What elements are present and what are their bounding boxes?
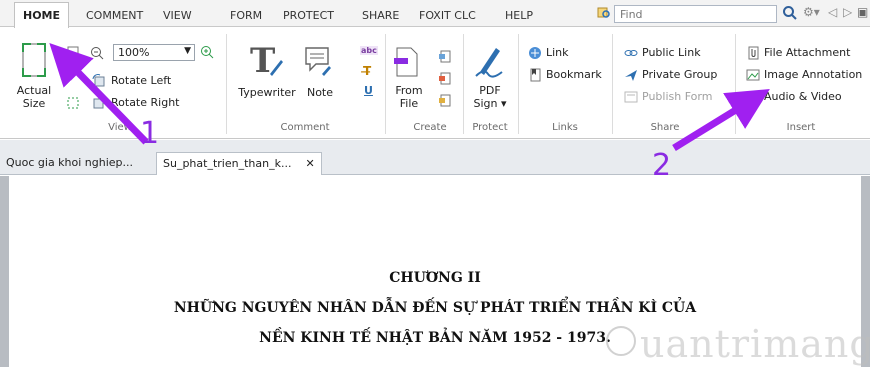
image-annotation-icon <box>746 69 760 81</box>
tab-home[interactable]: HOME <box>14 2 70 28</box>
tab-share[interactable]: SHARE <box>362 6 399 27</box>
rotate-left-icon <box>92 74 105 87</box>
strikeout-icon[interactable]: T̶ <box>363 64 371 78</box>
tab-help[interactable]: HELP <box>505 6 533 27</box>
image-annotation-button[interactable]: Image Annotation <box>764 68 862 81</box>
link-icon <box>529 47 541 59</box>
rotate-right-button[interactable]: Rotate Right <box>111 96 179 109</box>
private-group-button[interactable]: Private Group <box>642 68 717 81</box>
document-tab-label: Su_phat_trien_than_k... <box>163 157 292 170</box>
search-icon[interactable] <box>782 5 798 21</box>
create-group-label: Create <box>413 122 447 133</box>
group-divider <box>518 34 519 134</box>
share-group-label: Share <box>650 122 680 133</box>
create-scan-icon[interactable] <box>438 72 452 86</box>
from-file-label-1: From <box>395 84 423 97</box>
rotate-right-icon <box>93 96 106 109</box>
audio-video-icon <box>746 92 760 102</box>
rotate-left-button[interactable]: Rotate Left <box>111 74 171 87</box>
public-link-button[interactable]: Public Link <box>642 46 701 59</box>
zoom-value: 100% <box>118 46 150 59</box>
forward-icon[interactable]: ▷ <box>843 5 852 21</box>
window-icon[interactable]: ▣ <box>857 5 868 21</box>
file-attachment-button[interactable]: File Attachment <box>764 46 850 59</box>
pdf-sign-button[interactable]: PDF Sign ▾ <box>470 84 510 110</box>
document-tab-bar: Quoc gia khoi nghiep... Su_phat_trien_th… <box>0 140 870 175</box>
audio-video-button[interactable]: Audio & Video <box>764 90 842 103</box>
group-divider <box>226 34 227 134</box>
group-divider <box>735 34 736 134</box>
chapter-heading: CHƯƠNG II <box>389 270 481 286</box>
watermark-logo <box>606 326 636 356</box>
actual-size-button[interactable]: Actual Size <box>12 84 56 110</box>
from-file-label-2: File <box>399 97 419 110</box>
publish-form-icon <box>624 91 638 103</box>
insert-group-label: Insert <box>786 122 816 133</box>
underline-icon[interactable]: U <box>364 84 373 97</box>
protect-group-label: Protect <box>472 122 508 133</box>
zoom-select[interactable]: 100% ▼ <box>113 44 195 61</box>
pdf-sign-label-2: Sign ▾ <box>473 97 507 110</box>
pdf-sign-icon <box>475 48 503 78</box>
tab-protect[interactable]: PROTECT <box>283 6 334 27</box>
title-line-1: NHỮNG NGUYÊN NHÂN DẪN ĐẾN SỰ PHÁT TRIỂN … <box>173 300 697 316</box>
tab-foxit-cloud[interactable]: FOXIT CLC <box>419 6 476 27</box>
ribbon: Actual Size 100% ▼ Rotate Left Rotate Ri… <box>0 28 870 139</box>
group-divider <box>463 34 464 134</box>
create-blank-icon[interactable] <box>438 50 452 64</box>
annotation-number-1: 1 <box>140 116 160 151</box>
pdf-sign-label-1: PDF <box>479 84 501 97</box>
public-link-icon <box>624 50 638 56</box>
annotation-number-2: 2 <box>652 148 672 183</box>
from-file-button[interactable]: From File <box>394 84 424 110</box>
tab-view[interactable]: VIEW <box>163 6 192 27</box>
file-attachment-icon <box>748 46 759 60</box>
comment-group-label: Comment <box>280 122 330 133</box>
typewriter-button[interactable]: Typewriter <box>236 86 298 99</box>
document-tab-active[interactable]: Su_phat_trien_than_k... ✕ <box>156 152 322 175</box>
close-icon[interactable]: ✕ <box>305 157 314 170</box>
highlight-icon[interactable]: abc <box>360 46 378 55</box>
zoom-out-icon[interactable] <box>90 46 104 60</box>
tab-form[interactable]: FORM <box>230 6 262 27</box>
watermark: uantrimang <box>640 322 870 366</box>
find-input[interactable]: Find <box>614 5 777 23</box>
bookmark-button[interactable]: Bookmark <box>546 68 602 81</box>
actual-size-icon <box>22 43 46 77</box>
publish-form-button[interactable]: Publish Form <box>642 90 712 103</box>
note-icon <box>305 47 331 76</box>
back-icon[interactable]: ◁ <box>828 5 837 21</box>
from-file-icon <box>394 47 418 77</box>
group-divider <box>612 34 613 134</box>
chevron-down-icon: ▼ <box>184 46 191 56</box>
marquee-icon[interactable] <box>66 96 80 110</box>
create-clipboard-icon[interactable] <box>438 94 452 108</box>
group-divider <box>385 34 386 134</box>
settings-icon[interactable]: ⚙▾ <box>803 5 820 21</box>
zoom-in-icon[interactable] <box>200 45 214 59</box>
tab-comment[interactable]: COMMENT <box>86 6 143 27</box>
page-icon[interactable] <box>66 46 80 60</box>
typewriter-icon: T <box>250 42 283 80</box>
find-options-icon[interactable] <box>597 6 611 20</box>
note-button[interactable]: Note <box>304 86 336 99</box>
link-button[interactable]: Link <box>546 46 569 59</box>
ribbon-tab-bar: HOME COMMENT VIEW FORM PROTECT SHARE FOX… <box>0 0 870 28</box>
document-tab[interactable]: Quoc gia khoi nghiep... <box>0 152 139 175</box>
private-group-icon <box>625 70 637 81</box>
links-group-label: Links <box>552 122 578 133</box>
bookmark-icon <box>530 68 541 82</box>
